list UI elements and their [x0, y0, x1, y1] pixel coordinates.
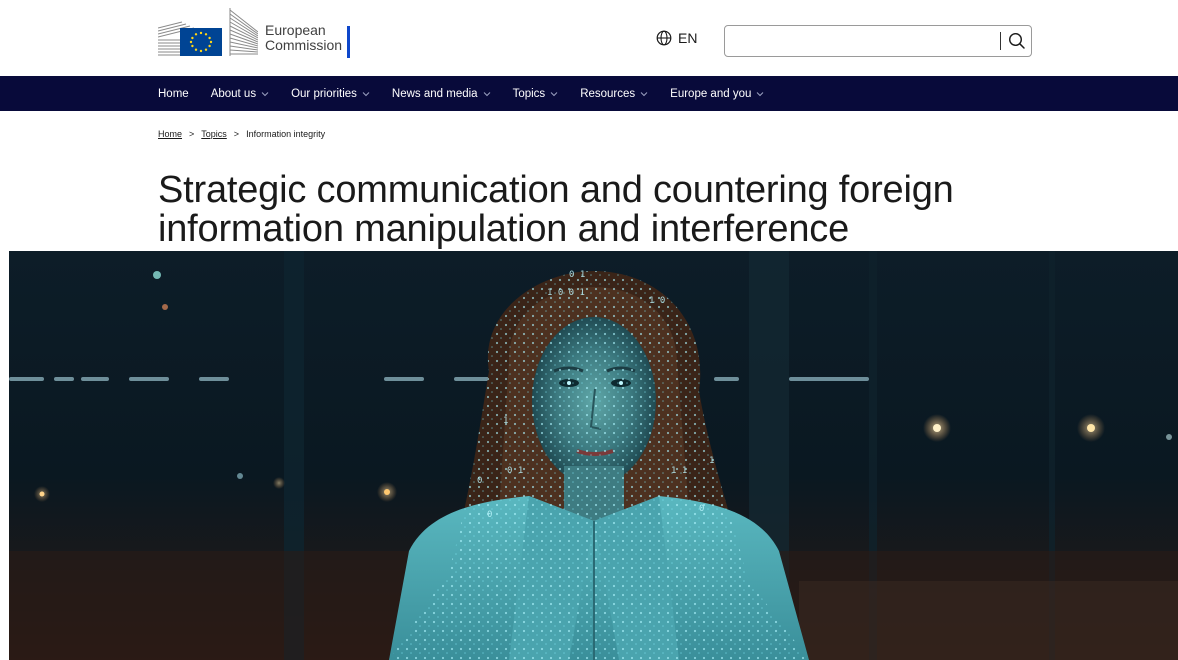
svg-text:0 1: 0 1	[569, 270, 585, 280]
svg-text:1: 1	[503, 416, 508, 426]
logo-line2: Commission	[265, 37, 343, 53]
breadcrumb-current: Information integrity	[246, 129, 326, 139]
chevron-down-icon	[261, 91, 269, 96]
chevron-down-icon	[362, 91, 370, 96]
logo-text: European Commission	[265, 23, 342, 53]
nav-item-label: Home	[158, 87, 189, 100]
search-box	[724, 25, 1032, 57]
logo-line1: European	[265, 22, 326, 38]
nav-item-our-priorities[interactable]: Our priorities	[291, 88, 370, 100]
chevron-down-icon	[640, 91, 648, 96]
search-icon	[1008, 32, 1025, 49]
breadcrumb-separator: >	[233, 129, 240, 139]
svg-text:1 0 0 1: 1 0 0 1	[547, 288, 585, 298]
search-button[interactable]	[1007, 31, 1027, 51]
svg-text:0: 0	[699, 504, 704, 514]
breadcrumb-link-home[interactable]: Home	[158, 129, 182, 139]
svg-text:0 1: 0 1	[507, 466, 523, 476]
european-commission-logo[interactable]: European Commission	[158, 6, 358, 60]
search-divider	[1000, 32, 1001, 50]
breadcrumb: Home > Topics > Information integrity	[158, 129, 325, 139]
nav-item-resources[interactable]: Resources	[580, 88, 648, 100]
language-code: EN	[678, 30, 698, 46]
nav-item-label: Our priorities	[291, 87, 357, 100]
page-title-line2: information manipulation and interferenc…	[158, 208, 849, 250]
nav-item-label: Resources	[580, 87, 636, 100]
nav-item-label: News and media	[391, 87, 478, 100]
chevron-down-icon	[757, 91, 764, 96]
page-title: Strategic communication and countering f…	[158, 171, 1058, 249]
language-switcher[interactable]: EN	[656, 30, 697, 46]
site-header: European Commission EN	[0, 0, 1178, 76]
nav-item-label: Europe and you	[670, 87, 752, 100]
nav-item-about-us[interactable]: About us	[211, 88, 269, 100]
eu-flag-logo-icon	[158, 8, 258, 56]
svg-text:1 0: 1 0	[649, 296, 665, 306]
globe-icon	[656, 30, 672, 46]
chevron-down-icon	[550, 91, 558, 96]
search-input[interactable]	[726, 27, 996, 55]
hero-illustration: 0 1 1 0 0 1 1 0 1 0 0 1 1 1 0 1 0	[9, 251, 1178, 660]
nav-item-home[interactable]: Home	[158, 88, 189, 100]
svg-text:1: 1	[709, 456, 714, 466]
nav-list: Home About us Our priorities News and me…	[158, 76, 786, 111]
nav-item-topics[interactable]: Topics	[513, 88, 559, 100]
chevron-down-icon	[483, 91, 490, 96]
nav-item-news-and-media[interactable]: News and media	[392, 88, 491, 100]
main-navigation: Home About us Our priorities News and me…	[0, 76, 1178, 111]
svg-text:0: 0	[487, 510, 492, 520]
nav-item-label: About us	[210, 87, 257, 100]
logo-accent-bar	[347, 26, 350, 58]
svg-text:0: 0	[477, 476, 482, 486]
page-title-line1: Strategic communication and countering f…	[158, 169, 954, 211]
nav-item-label: Topics	[512, 87, 546, 100]
breadcrumb-separator: >	[189, 129, 195, 139]
nav-item-europe-and-you[interactable]: Europe and you	[670, 88, 764, 100]
breadcrumb-link-topics[interactable]: Topics	[201, 129, 227, 139]
svg-text:1 1: 1 1	[671, 466, 687, 476]
hero-image: 0 1 1 0 0 1 1 0 1 0 0 1 1 1 0 1 0	[9, 251, 1178, 660]
